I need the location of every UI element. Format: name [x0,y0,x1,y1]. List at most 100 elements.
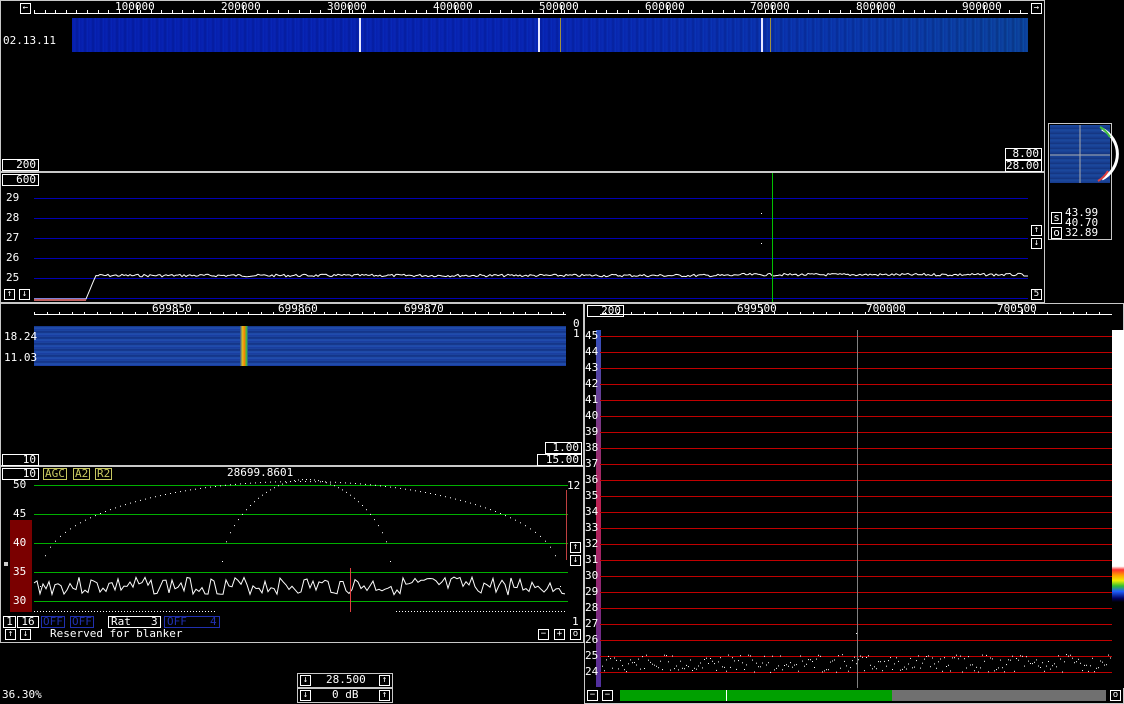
frequency-minor-tick [479,10,480,13]
frequency-minor-tick [416,10,417,13]
spectrum-up-button[interactable]: ↑ [4,289,15,300]
zoom-minor-tick [147,312,148,315]
zoom-tick [429,309,430,315]
high-res-y-label: 24 [585,665,599,678]
baseband-cursor[interactable] [350,568,351,612]
blanker-up-button[interactable]: ↑ [5,629,16,640]
high-res-y-label: 44 [585,345,599,358]
frequency-minor-tick [182,10,183,13]
frequency-minor-tick [437,10,438,13]
frequency-minor-tick [850,10,851,13]
frequency-minor-tick [903,10,904,13]
frequency-tick-label: 500000 [539,0,579,13]
baseband-up-button[interactable]: ↑ [570,542,581,553]
high-res-cursor[interactable] [857,330,858,688]
frequency-minor-tick [87,10,88,13]
high-res-y-label: 31 [585,553,599,566]
baseband-o-button[interactable]: o [570,629,581,640]
high-res-y-label: 28 [585,601,599,614]
frequency-minor-tick [469,10,470,13]
baseband-plus-button[interactable]: + [554,629,565,640]
s-button[interactable]: s [1051,212,1062,224]
baseband-btn-1[interactable]: 1 [3,616,16,628]
frequency-minor-tick [151,10,152,13]
waterfall-left-box[interactable]: 200 [2,159,39,171]
gain-control[interactable]: ↓ 0 dB ↑ [297,688,393,703]
frequency-minor-tick [755,10,756,13]
baseband-btn-16[interactable]: 16 [17,616,39,628]
waterfall-image[interactable] [72,18,1028,52]
zoom-tick [177,309,178,315]
frequency-minor-tick [98,10,99,13]
high-res-trace[interactable] [600,303,1112,703]
o-button[interactable]: o [1051,227,1062,239]
frequency-minor-tick [394,10,395,13]
high-res-y-label: 33 [585,521,599,534]
frequency-tick-label: 600000 [645,0,685,13]
frequency-minor-tick [129,10,130,13]
frequency-minor-tick [988,10,989,13]
zoom-left-box[interactable]: 10 [2,454,39,466]
s-meter-track[interactable] [620,690,1106,701]
zoom-minor-tick [311,312,312,315]
zoom-minor-tick [286,312,287,315]
zoom-minor-tick [336,312,337,315]
high-res-y-label: 27 [585,617,599,630]
frequency-minor-tick [829,10,830,13]
frequency-minor-tick [977,10,978,13]
zoom-signal-trace [240,326,248,366]
spectrum-down-button[interactable]: ↓ [19,289,30,300]
gain-up-button[interactable]: ↑ [379,690,390,701]
frequency-tick [455,5,456,14]
gain-down-button[interactable]: ↓ [300,690,311,701]
frequency-minor-tick [606,10,607,13]
frequency-minor-tick [45,10,46,13]
zoom-row1-label: 18.24 [4,330,38,343]
frequency-tick [772,5,773,14]
zoom-contrast-box[interactable]: 15.00 [537,454,582,466]
zoom-minor-tick [425,312,426,315]
frequency-minor-tick [712,10,713,13]
scroll-right-button[interactable]: → [1031,3,1042,14]
frequency-minor-tick [628,10,629,13]
high-res-o-button[interactable]: o [1110,690,1121,701]
frequency-minor-tick [935,10,936,13]
frequency-tick-label: 400000 [433,0,473,13]
spectrum-scale-up-button[interactable]: ↑ [1031,225,1042,236]
waterfall-contrast-box[interactable]: 28.00 [1005,160,1042,172]
freq-down-button[interactable]: ↓ [300,675,311,686]
spectrum-trace[interactable] [34,172,1028,302]
high-res-y-label: 37 [585,457,599,470]
baseband-minus-button[interactable]: − [538,629,549,640]
high-res-y-label: 43 [585,361,599,374]
high-res-color-bar [1112,330,1124,688]
frequency-tick-label: 200000 [221,0,261,13]
blanker-down-button[interactable]: ↓ [20,629,31,640]
frequency-minor-tick [320,10,321,13]
zoom-minor-tick [248,312,249,315]
high-res-y-label: 39 [585,425,599,438]
high-res-minus-right-button[interactable]: − [602,690,613,701]
high-res-minus-left-button[interactable]: − [587,690,598,701]
frequency-minor-tick [225,10,226,13]
spectrum-avg-box[interactable]: 5 [1031,289,1042,300]
frequency-minor-tick [331,10,332,13]
s-meter-mark [726,690,727,701]
waterfall-carrier-line [770,18,771,52]
scroll-left-button[interactable]: ← [20,3,31,14]
frequency-minor-tick [734,10,735,13]
high-res-y-label: 35 [585,489,599,502]
frequency-minor-tick [426,10,427,13]
freq-control[interactable]: ↓ 28.500 ↑ [297,673,393,688]
off-num-3: 4 [210,615,217,628]
frequency-minor-tick [447,10,448,13]
baseband-down-button[interactable]: ↓ [570,555,581,566]
zoom-minor-tick [488,312,489,315]
freq-up-button[interactable]: ↑ [379,675,390,686]
zoom-waterfall-image[interactable] [34,326,566,366]
spectrum-cursor[interactable] [772,173,773,302]
zoom-minor-tick [210,312,211,315]
spectrum-scale-down-button[interactable]: ↓ [1031,238,1042,249]
frequency-minor-tick [670,10,671,13]
frequency-minor-tick [840,10,841,13]
